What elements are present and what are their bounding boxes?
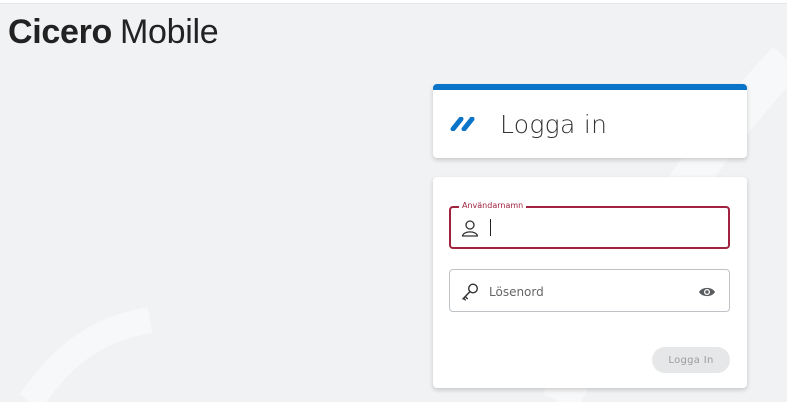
- login-button[interactable]: Logga In: [652, 347, 730, 373]
- cicero-logo-icon: [450, 117, 475, 131]
- user-icon: [461, 220, 479, 237]
- login-header-card: Logga in: [433, 84, 747, 158]
- username-field[interactable]: Användarnamn: [449, 200, 730, 249]
- app-title: Cicero Mobile: [8, 12, 219, 52]
- login-form-card: Användarnamn Logga In: [433, 177, 747, 388]
- eye-icon[interactable]: [698, 286, 716, 298]
- top-border: [0, 0, 787, 4]
- app-brand: Cicero: [8, 13, 113, 51]
- key-icon: [462, 283, 479, 301]
- password-field[interactable]: [449, 269, 730, 312]
- app-suffix: Mobile: [120, 13, 219, 51]
- login-title: Logga in: [500, 110, 608, 139]
- password-input[interactable]: [487, 278, 691, 306]
- username-label: Användarnamn: [459, 200, 527, 212]
- text-cursor: [490, 219, 491, 236]
